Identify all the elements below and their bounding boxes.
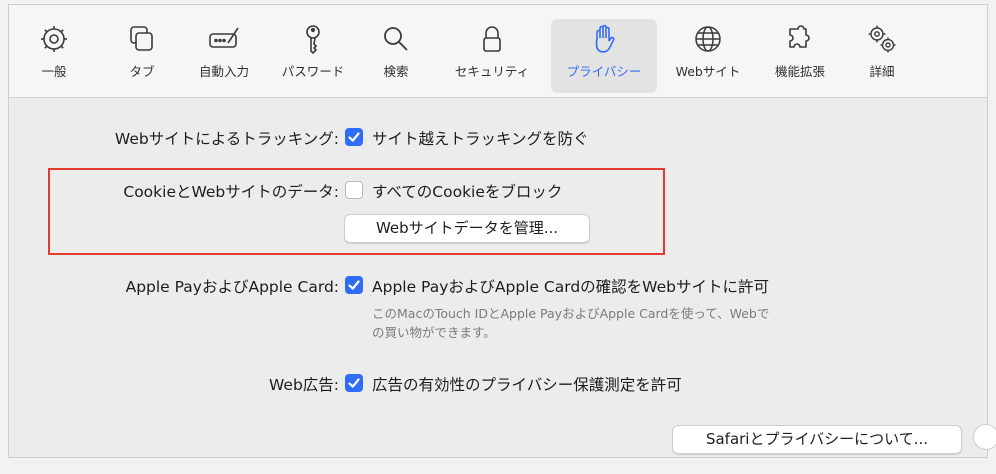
tab-label: パスワード xyxy=(281,64,345,79)
manage-website-data-button[interactable]: Webサイトデータを管理... xyxy=(344,214,590,243)
tab-label: セキュリティ xyxy=(454,64,530,79)
tab-privacy[interactable]: プライバシー xyxy=(551,19,657,93)
cookies-label: CookieとWebサイトのデータ: xyxy=(123,183,339,201)
tab-websites[interactable]: Webサイト xyxy=(665,19,751,93)
tab-security[interactable]: セキュリティ xyxy=(443,19,541,93)
prevent-tracking-checkbox[interactable] xyxy=(345,128,363,146)
tab-extensions[interactable]: 機能拡張 xyxy=(765,19,835,93)
tab-label: 検索 xyxy=(383,64,409,79)
tab-label: タブ xyxy=(129,64,155,79)
tracking-label: Webサイトによるトラッキング: xyxy=(114,130,339,148)
tab-label: Webサイト xyxy=(675,64,741,79)
autofill-icon xyxy=(209,27,239,48)
apple-pay-checkbox[interactable] xyxy=(345,276,363,294)
safari-preferences-window: 一般 タブ 自動入力 パスワード 検索 セキュリティ プライバシー Webサイト… xyxy=(8,4,988,458)
tabs-icon xyxy=(130,26,153,51)
prevent-tracking-text: サイト越えトラッキングを防ぐ xyxy=(372,130,589,148)
privacy-ad-measurement-checkbox[interactable] xyxy=(345,374,363,392)
tab-search[interactable]: 検索 xyxy=(373,19,419,93)
privacy-pane: Webサイトによるトラッキング: サイト越えトラッキングを防ぐ CookieとW… xyxy=(9,98,987,457)
tab-autofill[interactable]: 自動入力 xyxy=(189,19,259,93)
checkmark-icon xyxy=(348,280,360,290)
tab-label: プライバシー xyxy=(566,64,642,79)
block-cookies-text: すべてのCookieをブロック xyxy=(372,183,563,201)
apple-pay-text: Apple PayおよびApple Cardの確認をWebサイトに許可 xyxy=(372,278,769,296)
apple-pay-note-line2: の買い物ができます。 xyxy=(372,325,496,340)
about-safari-privacy-button[interactable]: Safariとプライバシーについて... xyxy=(672,425,962,454)
tab-general[interactable]: 一般 xyxy=(26,19,82,93)
gears-icon xyxy=(868,25,896,53)
tab-label: 一般 xyxy=(41,64,67,79)
lock-icon xyxy=(483,26,501,52)
hand-icon xyxy=(595,24,615,53)
search-icon xyxy=(384,27,408,51)
tab-label: 機能拡張 xyxy=(774,64,825,79)
tab-label: 詳細 xyxy=(869,64,895,79)
gear-icon xyxy=(41,26,67,52)
globe-icon xyxy=(695,26,721,52)
help-button[interactable] xyxy=(973,424,996,450)
tab-label: 自動入力 xyxy=(198,64,249,79)
apple-pay-label: Apple PayおよびApple Card: xyxy=(125,278,339,296)
checkmark-icon xyxy=(348,132,360,142)
apple-pay-note-line1: このMacのTouch IDとApple PayおよびApple Cardを使っ… xyxy=(372,306,770,321)
puzzle-icon xyxy=(789,25,810,48)
privacy-ad-measurement-text: 広告の有効性のプライバシー保護測定を許可 xyxy=(372,376,682,394)
key-icon xyxy=(306,25,320,55)
block-cookies-checkbox[interactable] xyxy=(345,181,363,199)
checkmark-icon xyxy=(348,378,360,388)
tab-advanced[interactable]: 詳細 xyxy=(857,19,907,93)
web-ads-label: Web広告: xyxy=(268,376,339,394)
tab-tabs[interactable]: タブ xyxy=(117,19,167,93)
tab-passwords[interactable]: パスワード xyxy=(275,19,351,93)
preferences-toolbar: 一般 タブ 自動入力 パスワード 検索 セキュリティ プライバシー Webサイト… xyxy=(9,5,987,98)
